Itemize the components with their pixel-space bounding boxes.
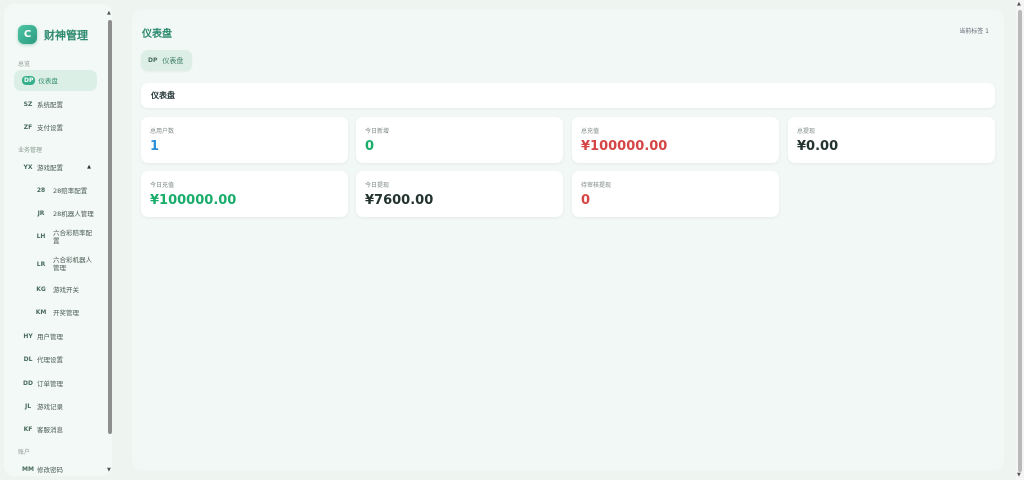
sidebar-item-label: 六合彩机器人管理 (53, 256, 92, 272)
sidebar-item-28-robot[interactable]: JR 28机器人管理 (26, 203, 98, 224)
sidebar-item-game-switch[interactable]: KG 游戏开关 (26, 279, 98, 300)
stat-value: 0 (365, 139, 375, 154)
sidebar-item-label: 游戏开关 (53, 285, 79, 294)
sidebar-item-label: 28赔率配置 (53, 186, 88, 195)
sidebar-item-code: DL (23, 356, 33, 363)
stat-card-today-recharge: 今日充值 ¥100000.00 (141, 171, 348, 217)
sidebar-item-code: ZF (23, 124, 33, 131)
sidebar-item-lhc-odds[interactable]: LH 六合彩赔率配置 (26, 226, 98, 247)
sidebar-item-label: 代理设置 (37, 355, 63, 364)
sidebar-item-code: KM (35, 309, 47, 316)
panel-title: 仪表盘 (151, 91, 175, 100)
page-scroll-down-icon[interactable]: ▼ (1017, 472, 1021, 478)
stat-label: 今日充值 (150, 182, 175, 189)
sidebar-item-system-config[interactable]: SZ 系统配置 (14, 94, 97, 115)
sidebar-scrollbar-thumb[interactable] (108, 20, 112, 434)
sidebar-item-label: 客服消息 (37, 425, 63, 434)
section-overview-label: 总览 (18, 61, 31, 68)
section-business-label: 业务管理 (18, 147, 43, 154)
brand: C 财神管理 (18, 25, 88, 44)
sidebar-item-code: HY (23, 333, 33, 340)
stat-value: 0 (581, 193, 591, 208)
stat-value: ¥0.00 (797, 139, 839, 154)
page-scrollbar-thumb[interactable] (1018, 10, 1022, 472)
sidebar-item-code: DP (22, 76, 36, 85)
sidebar-item-code: 28 (36, 187, 46, 194)
sidebar-item-label: 系统配置 (37, 100, 63, 109)
sidebar-item-payment-settings[interactable]: ZF 支付设置 (14, 117, 97, 138)
sidebar-item-label: 28机器人管理 (53, 209, 94, 218)
sidebar-item-code: YX (23, 164, 33, 171)
sidebar-item-code: LR (36, 260, 46, 268)
sidebar-item-dashboard[interactable]: DP 仪表盘 (14, 70, 97, 91)
sidebar-item-label: 六合彩赔率配置 (53, 228, 92, 245)
sidebar-item-code: SZ (23, 101, 33, 108)
sidebar-item-code: MM (22, 466, 34, 473)
sidebar-item-label: 仪表盘 (38, 76, 58, 85)
sidebar-item-label: 支付设置 (37, 123, 63, 132)
page-scroll-up-icon[interactable]: ▲ (1017, 1, 1021, 7)
stat-card-today-withdraw: 今日提现 ¥7600.00 (356, 171, 563, 217)
sidebar-item-label: 开奖管理 (53, 308, 79, 317)
stat-label: 总提现 (797, 128, 816, 135)
scroll-up-arrow-icon[interactable]: ▲ (107, 10, 111, 16)
sidebar-item-game-config[interactable]: YX 游戏配置 ▲ (14, 157, 97, 178)
scroll-down-arrow-icon[interactable]: ▼ (107, 467, 111, 473)
sidebar-item-code: KF (23, 426, 33, 433)
stat-label: 今日提现 (365, 182, 390, 189)
sidebar: C 财神管理 总览 DP 仪表盘 SZ 系统配置 ZF 支付设置 业务管理 YX… (4, 4, 112, 476)
sidebar-item-support-messages[interactable]: KF 客服消息 (14, 419, 97, 440)
stat-card-pending-withdraw: 待审核提现 0 (572, 171, 779, 217)
main-content: 仪表盘 当前标签 1 DP 仪表盘 仪表盘 总用户数 1 今日新增 0 总充值 … (132, 10, 1004, 470)
sidebar-item-label: 订单管理 (37, 379, 63, 388)
stat-card-total-users: 总用户数 1 (141, 117, 348, 163)
stat-card-total-withdraw: 总提现 ¥0.00 (788, 117, 995, 163)
sidebar-item-code: JR (37, 210, 45, 217)
sidebar-item-code: DD (23, 380, 33, 387)
sidebar-item-lhc-robot[interactable]: LR 六合彩机器人管理 (26, 250, 98, 278)
sidebar-item-code: JL (24, 403, 32, 410)
tab-code: DP (148, 57, 158, 64)
stat-value: ¥100000.00 (581, 139, 668, 154)
stat-value: 1 (150, 139, 160, 154)
sidebar-item-code: KG (36, 286, 46, 293)
sidebar-item-label: 游戏配置 (37, 163, 63, 172)
brand-name: 财神管理 (44, 28, 88, 42)
brand-logo: C (18, 25, 37, 44)
tab-label: 仪表盘 (162, 56, 184, 65)
sidebar-item-agent-settings[interactable]: DL 代理设置 (14, 349, 97, 370)
sidebar-item-label: 修改密码 (37, 465, 63, 474)
stat-value: ¥100000.00 (150, 193, 237, 208)
current-tag-indicator: 当前标签 1 (959, 28, 989, 35)
sidebar-item-change-password[interactable]: MM 修改密码 (14, 459, 97, 476)
sidebar-item-game-records[interactable]: JL 游戏记录 (14, 396, 97, 417)
sidebar-item-code: LH (36, 233, 46, 240)
sidebar-item-orders[interactable]: DD 订单管理 (14, 373, 97, 394)
stat-label: 总用户数 (150, 128, 175, 135)
sidebar-item-users[interactable]: HY 用户管理 (14, 326, 97, 347)
stat-value: ¥7600.00 (365, 193, 434, 208)
panel-header: 仪表盘 (141, 83, 995, 108)
sidebar-item-label: 用户管理 (37, 332, 63, 341)
tab-dashboard[interactable]: DP 仪表盘 (141, 50, 192, 71)
stat-label: 总充值 (581, 128, 600, 135)
sidebar-item-draw-management[interactable]: KM 开奖管理 (26, 302, 98, 323)
sidebar-item-28-odds[interactable]: 28 28赔率配置 (26, 180, 98, 201)
stat-label: 今日新增 (365, 128, 390, 135)
caret-up-icon: ▲ (87, 164, 91, 170)
stat-card-new-today: 今日新增 0 (356, 117, 563, 163)
stat-card-total-recharge: 总充值 ¥100000.00 (572, 117, 779, 163)
sidebar-item-label: 游戏记录 (37, 402, 63, 411)
stat-label: 待审核提现 (581, 182, 612, 189)
section-account-label: 账户 (18, 449, 31, 456)
page-title: 仪表盘 (142, 29, 172, 40)
